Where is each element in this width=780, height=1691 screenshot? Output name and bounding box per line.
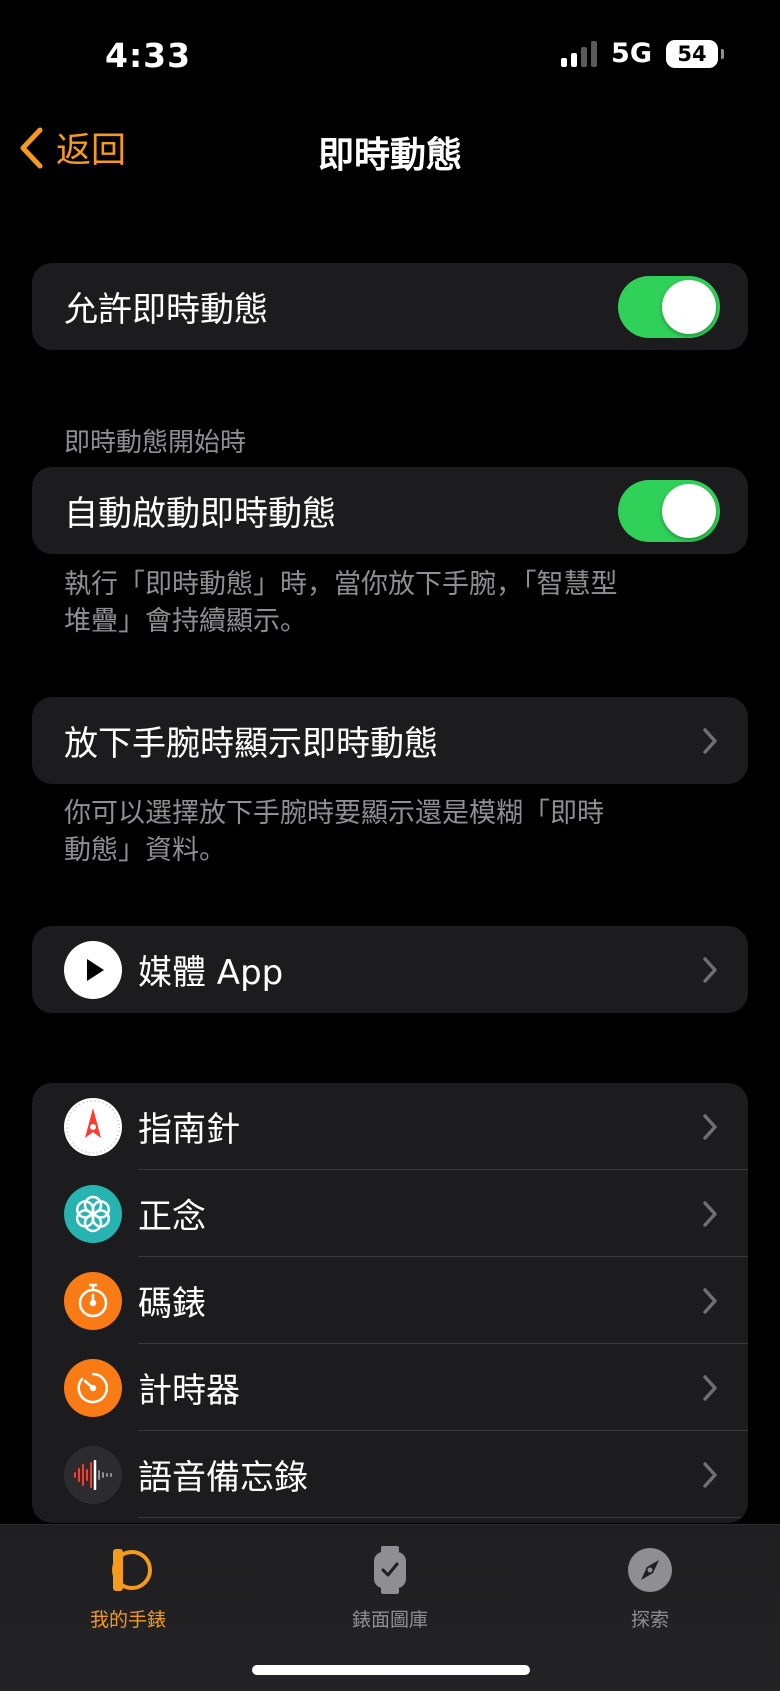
- watch-icon: [112, 1549, 152, 1591]
- app-label: 指南針: [138, 1110, 240, 1150]
- chevron-right-icon: [703, 1461, 717, 1488]
- watch-face-icon: [374, 1546, 406, 1594]
- toggle-knob: [662, 483, 716, 538]
- app-label: 語音備忘錄: [138, 1458, 308, 1498]
- tab-label: 探索: [630, 1609, 669, 1631]
- network-type: 5G: [611, 38, 652, 69]
- allow-live-activities-label: 允許即時動態: [64, 290, 268, 330]
- cellular-signal-icon: [561, 40, 598, 67]
- status-indicators: 5G 54: [561, 38, 724, 69]
- list-item[interactable]: 語音備忘錄: [32, 1431, 748, 1518]
- compass-icon: [64, 1097, 122, 1156]
- page-title: 即時動態: [317, 135, 462, 176]
- wrist-down-row[interactable]: 放下手腕時顯示即時動態: [32, 697, 748, 784]
- stopwatch-icon: [64, 1271, 122, 1330]
- tab-label: 我的手錶: [89, 1609, 166, 1631]
- play-icon: [64, 940, 122, 999]
- battery-icon: 54: [666, 39, 724, 68]
- list-item[interactable]: 計時器: [32, 1344, 748, 1431]
- auto-start-group: 自動啟動即時動態: [32, 467, 748, 554]
- list-item[interactable]: 碼錶: [32, 1257, 748, 1344]
- tab-face-gallery[interactable]: 錶面圖庫: [310, 1545, 470, 1632]
- list-item[interactable]: 指南針: [32, 1083, 748, 1170]
- auto-start-row: 自動啟動即時動態: [32, 467, 748, 554]
- battery-level: 54: [677, 41, 707, 66]
- divider: [138, 1517, 748, 1518]
- allow-live-activities-row: 允許即時動態: [32, 263, 748, 350]
- status-time: 4:33: [105, 36, 192, 75]
- chevron-right-icon: [703, 1113, 717, 1140]
- chevron-right-icon: [703, 1200, 717, 1227]
- app-label: 正念: [138, 1197, 206, 1237]
- apps-group: 指南針 正念 碼錶 計時器 語音備忘錄: [32, 1083, 748, 1523]
- auto-start-label: 自動啟動即時動態: [64, 494, 336, 534]
- discover-icon: [628, 1548, 672, 1592]
- voice-memo-icon: [64, 1445, 122, 1504]
- tab-my-watch[interactable]: 我的手錶: [48, 1545, 208, 1632]
- footer-text: 動態」資料。: [64, 835, 226, 866]
- media-group: 媒體 App: [32, 926, 748, 1013]
- auto-start-footer: 執行「即時動態」時，當你放下手腕，「智慧型 堆疊」會持續顯示。: [64, 566, 684, 640]
- footer-text: 你可以選擇放下手腕時要顯示還是模糊「即時: [64, 798, 604, 829]
- tab-bar: 我的手錶 錶面圖庫 探索: [0, 1524, 780, 1691]
- auto-start-toggle[interactable]: [618, 479, 720, 542]
- footer-text: 執行「即時動態」時，當你放下手腕，「智慧型: [64, 569, 618, 600]
- chevron-right-icon: [703, 956, 717, 983]
- media-app-label: 媒體 App: [138, 953, 284, 993]
- section-header-auto-start: 即時動態開始時: [64, 428, 247, 458]
- wrist-down-group: 放下手腕時顯示即時動態: [32, 697, 748, 784]
- home-indicator[interactable]: [252, 1665, 530, 1675]
- app-label: 碼錶: [138, 1284, 206, 1324]
- wrist-down-footer: 你可以選擇放下手腕時要顯示還是模糊「即時 動態」資料。: [64, 795, 684, 869]
- wrist-down-label: 放下手腕時顯示即時動態: [64, 724, 438, 764]
- chevron-right-icon: [703, 727, 717, 754]
- app-label: 計時器: [138, 1371, 240, 1411]
- allow-live-activities-toggle[interactable]: [618, 275, 720, 338]
- chevron-right-icon: [703, 1374, 717, 1401]
- chevron-right-icon: [703, 1287, 717, 1314]
- tab-label: 錶面圖庫: [351, 1609, 428, 1631]
- media-app-row[interactable]: 媒體 App: [32, 926, 748, 1013]
- timer-icon: [64, 1358, 122, 1417]
- allow-live-activities-group: 允許即時動態: [32, 263, 748, 350]
- footer-text: 堆疊」會持續顯示。: [64, 606, 307, 637]
- mindfulness-icon: [64, 1184, 122, 1243]
- tab-discover[interactable]: 探索: [570, 1545, 730, 1632]
- list-item[interactable]: 正念: [32, 1170, 748, 1257]
- toggle-knob: [662, 279, 716, 334]
